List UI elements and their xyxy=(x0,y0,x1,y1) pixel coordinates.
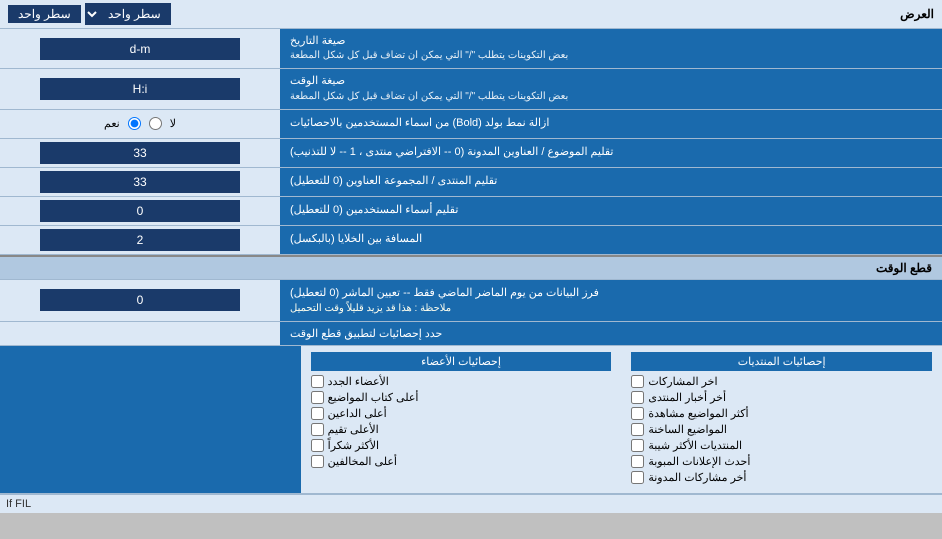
checkbox-member-4[interactable] xyxy=(311,423,324,436)
topic-order-row: تقليم الموضوع / العناوين المدونة (0 -- ا… xyxy=(0,139,942,168)
checkbox-forum-6[interactable] xyxy=(631,455,644,468)
apply-row: حدد إحصائيات لتطبيق قطع الوقت xyxy=(0,322,942,346)
checkbox-item: الأكثر شكراً xyxy=(311,439,612,452)
forum-stats-group: إحصائيات المنتديات اخر المشاركات أخر أخب… xyxy=(621,346,942,493)
date-format-input-cell xyxy=(0,29,280,68)
header-label: سطر واحد xyxy=(8,5,81,23)
checkbox-item: أعلى كتاب المواضيع xyxy=(311,391,612,404)
checkbox-item: المواضيع الساخنة xyxy=(631,423,932,436)
topic-order-label: تقليم الموضوع / العناوين المدونة (0 -- ا… xyxy=(280,139,942,167)
checkbox-member-6[interactable] xyxy=(311,455,324,468)
radio-no-label: لا xyxy=(170,117,176,130)
checkbox-forum-5[interactable] xyxy=(631,439,644,452)
checkbox-forum-3[interactable] xyxy=(631,407,644,420)
checkbox-forum-2[interactable] xyxy=(631,391,644,404)
radio-yes[interactable] xyxy=(128,117,141,130)
cell-spacing-input[interactable] xyxy=(40,229,240,251)
display-select[interactable]: سطر واحد سطران ثلاثة أسطر xyxy=(85,3,171,25)
topic-order-input-cell xyxy=(0,139,280,167)
bold-radio-cell: لا نعم xyxy=(0,110,280,138)
cutoff-section-header: قطع الوقت xyxy=(0,255,942,280)
date-format-label: صيغة التاريخ بعض التكوينات يتطلب "/" الت… xyxy=(280,29,942,68)
time-format-desc: بعض التكوينات يتطلب "/" التي يمكن ان تضا… xyxy=(290,90,568,104)
username-trim-input[interactable] xyxy=(40,200,240,222)
checkbox-item: اخر المشاركات xyxy=(631,375,932,388)
date-format-title: صيغة التاريخ xyxy=(290,34,345,49)
header-row: العرض سطر واحد سطران ثلاثة أسطر سطر واحد xyxy=(0,0,942,29)
checkbox-member-2[interactable] xyxy=(311,391,324,404)
checkbox-item: أحدث الإعلانات المبوبة xyxy=(631,455,932,468)
main-container: العرض سطر واحد سطران ثلاثة أسطر سطر واحد… xyxy=(0,0,942,513)
checkbox-member-3[interactable] xyxy=(311,407,324,420)
topic-order-input[interactable] xyxy=(40,142,240,164)
username-trim-input-cell xyxy=(0,197,280,225)
checkbox-forum-4[interactable] xyxy=(631,423,644,436)
checkbox-item: أعلى المخالفين xyxy=(311,455,612,468)
checkbox-item: أخر مشاركات المدونة xyxy=(631,471,932,484)
time-format-label: صيغة الوقت بعض التكوينات يتطلب "/" التي … xyxy=(280,69,942,108)
checkbox-item: أخر أخبار المنتدى xyxy=(631,391,932,404)
cell-spacing-label: المسافة بين الخلايا (بالبكسل) xyxy=(280,226,942,254)
member-stats-group: إحصائيات الأعضاء الأعضاء الجدد أعلى كتاب… xyxy=(301,346,622,493)
time-format-input[interactable] xyxy=(40,78,240,100)
username-trim-row: تقليم أسماء المستخدمين (0 للتعطيل) xyxy=(0,197,942,226)
cutoff-input[interactable] xyxy=(40,289,240,311)
checkbox-item: أعلى الداعين xyxy=(311,407,612,420)
cutoff-label: فرز البيانات من يوم الماضر الماضي فقط --… xyxy=(280,280,942,321)
checkbox-member-5[interactable] xyxy=(311,439,324,452)
cell-spacing-input-cell xyxy=(0,226,280,254)
checkbox-item: الأعضاء الجدد xyxy=(311,375,612,388)
checkbox-forum-1[interactable] xyxy=(631,375,644,388)
time-format-row: صيغة الوقت بعض التكوينات يتطلب "/" التي … xyxy=(0,69,942,109)
checkbox-item: المنتديات الأكثر شيبة xyxy=(631,439,932,452)
forum-order-input-cell xyxy=(0,168,280,196)
footer-text: If FIL xyxy=(6,498,31,510)
apply-label: حدد إحصائيات لتطبيق قطع الوقت xyxy=(280,322,942,345)
date-format-input[interactable] xyxy=(40,38,240,60)
bold-row: ازالة نمط بولد (Bold) من اسماء المستخدمي… xyxy=(0,110,942,139)
bold-label: ازالة نمط بولد (Bold) من اسماء المستخدمي… xyxy=(280,110,942,138)
checkbox-item: أكثر المواضيع مشاهدة xyxy=(631,407,932,420)
forum-stats-header: إحصائيات المنتديات xyxy=(631,352,932,371)
date-format-desc: بعض التكوينات يتطلب "/" التي يمكن ان تضا… xyxy=(290,49,568,63)
time-format-title: صيغة الوقت xyxy=(290,74,345,89)
radio-no[interactable] xyxy=(149,117,162,130)
footer: If FIL xyxy=(0,494,942,513)
checkbox-forum-7[interactable] xyxy=(631,471,644,484)
date-format-row: صيغة التاريخ بعض التكوينات يتطلب "/" الت… xyxy=(0,29,942,69)
forum-order-row: تقليم المنتدى / المجموعة العناوين (0 للت… xyxy=(0,168,942,197)
checkbox-section: إحصائيات المنتديات اخر المشاركات أخر أخب… xyxy=(0,346,942,494)
forum-order-input[interactable] xyxy=(40,171,240,193)
page-title: العرض xyxy=(900,7,934,21)
checkbox-item: الأعلى تقيم xyxy=(311,423,612,436)
member-stats-header: إحصائيات الأعضاء xyxy=(311,352,612,371)
cutoff-input-cell xyxy=(0,280,280,321)
cutoff-row: فرز البيانات من يوم الماضر الماضي فقط --… xyxy=(0,280,942,322)
forum-order-label: تقليم المنتدى / المجموعة العناوين (0 للت… xyxy=(280,168,942,196)
username-trim-label: تقليم أسماء المستخدمين (0 للتعطيل) xyxy=(280,197,942,225)
radio-yes-label: نعم xyxy=(104,117,120,130)
checkbox-member-1[interactable] xyxy=(311,375,324,388)
time-format-input-cell xyxy=(0,69,280,108)
right-spacer xyxy=(0,346,301,493)
cell-spacing-row: المسافة بين الخلايا (بالبكسل) xyxy=(0,226,942,255)
